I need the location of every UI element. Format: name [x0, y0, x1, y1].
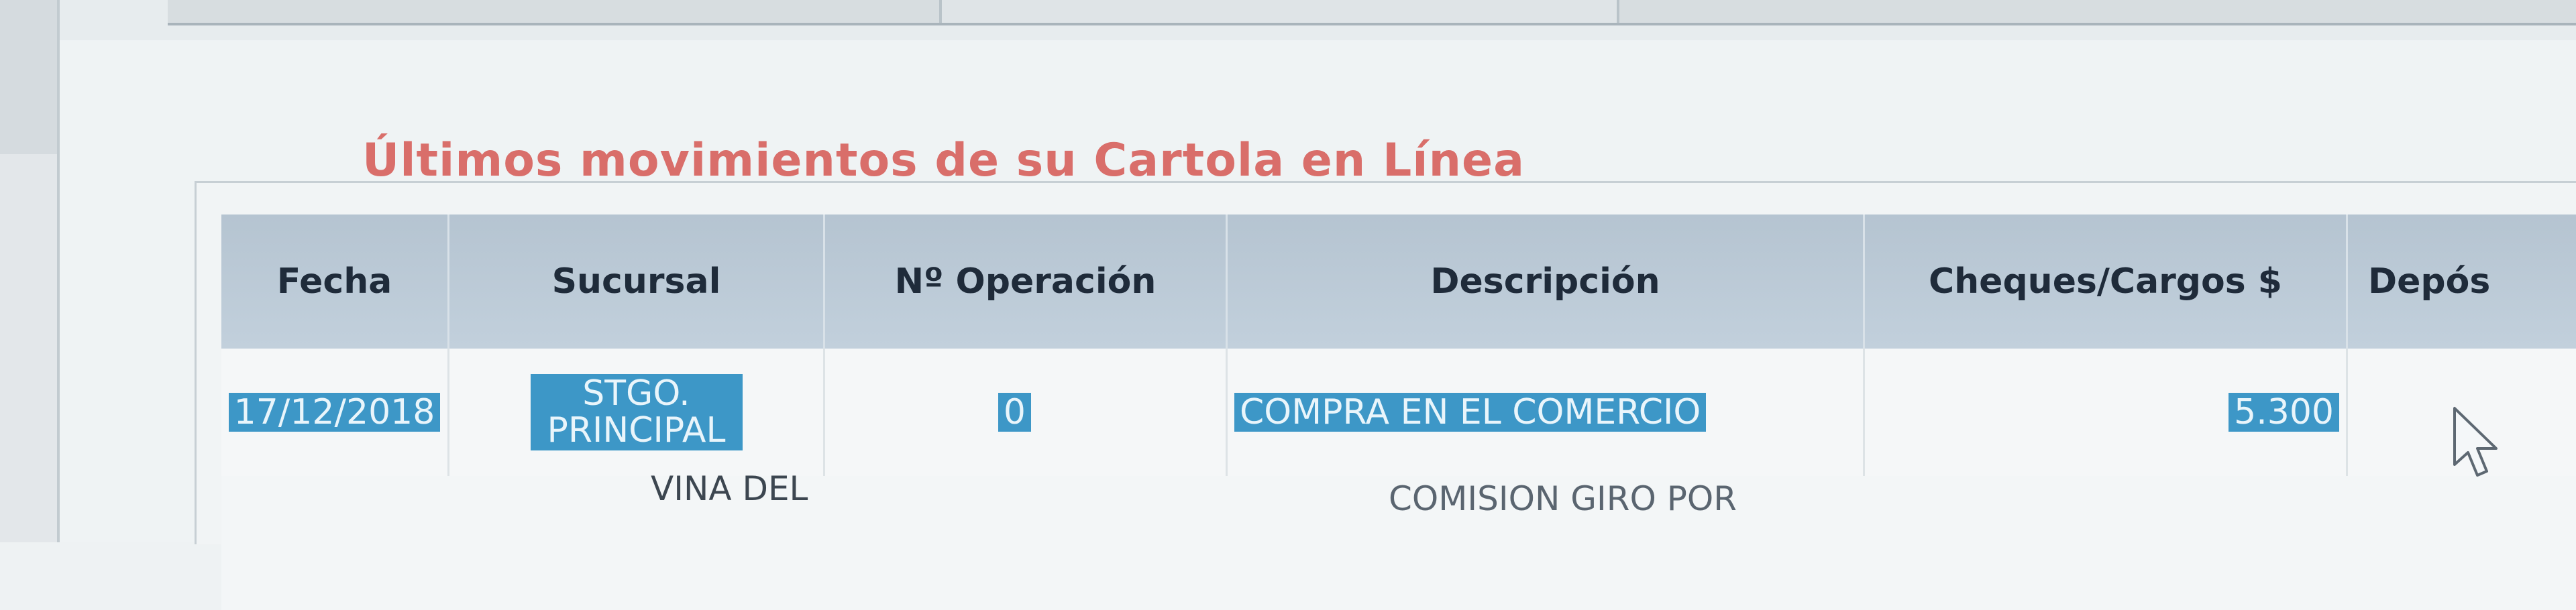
column-header-sucursal[interactable]: Sucursal — [449, 215, 825, 349]
top-strip — [0, 0, 2576, 40]
cell-cargos: 5.300 — [1865, 349, 2348, 476]
column-header-cargos[interactable]: Cheques/Cargos $ — [1865, 215, 2348, 349]
top-bar-segment — [939, 0, 1617, 25]
column-header-fecha[interactable]: Fecha — [221, 215, 449, 349]
cell-sucursal-text: STGO. PRINCIPAL — [530, 374, 743, 450]
cell-descripcion-text: COMISION GIRO POR — [1389, 479, 1737, 518]
section-title: Últimos movimientos de su Cartola en Lín… — [362, 134, 1525, 187]
top-bar-segment — [168, 0, 939, 25]
column-header-depositos[interactable]: Depós — [2348, 215, 2576, 349]
cell-operacion-text: 0 — [998, 392, 1031, 432]
cell-descripcion: COMPRA EN EL COMERCIO — [1228, 349, 1865, 476]
table-row[interactable]: 17/12/2018 STGO. PRINCIPAL 0 COMPRA EN E… — [221, 349, 2576, 478]
top-bar-segment — [1617, 0, 2576, 25]
table-row[interactable]: VINA DEL COMISION GIRO POR — [221, 469, 2576, 610]
column-header-operacion[interactable]: Nº Operación — [825, 215, 1228, 349]
top-bar-divider — [1617, 0, 1619, 23]
cell-fecha: 17/12/2018 — [221, 349, 449, 476]
mouse-pointer-icon — [2453, 407, 2498, 477]
left-side-panel-inner — [0, 154, 57, 542]
cell-sucursal-text: VINA DEL — [651, 469, 808, 508]
table-header: Fecha Sucursal Nº Operación Descripción … — [221, 215, 2576, 349]
cell-sucursal: STGO. PRINCIPAL — [449, 349, 825, 476]
cell-fecha-text: 17/12/2018 — [228, 392, 441, 432]
column-header-descripcion[interactable]: Descripción — [1228, 215, 1865, 349]
top-bar-divider — [939, 0, 942, 23]
cell-operacion: 0 — [825, 349, 1228, 476]
left-side-panel — [0, 0, 60, 542]
cell-descripcion-text: COMPRA EN EL COMERCIO — [1234, 392, 1707, 432]
cell-cargos-text: 5.300 — [2229, 392, 2339, 432]
